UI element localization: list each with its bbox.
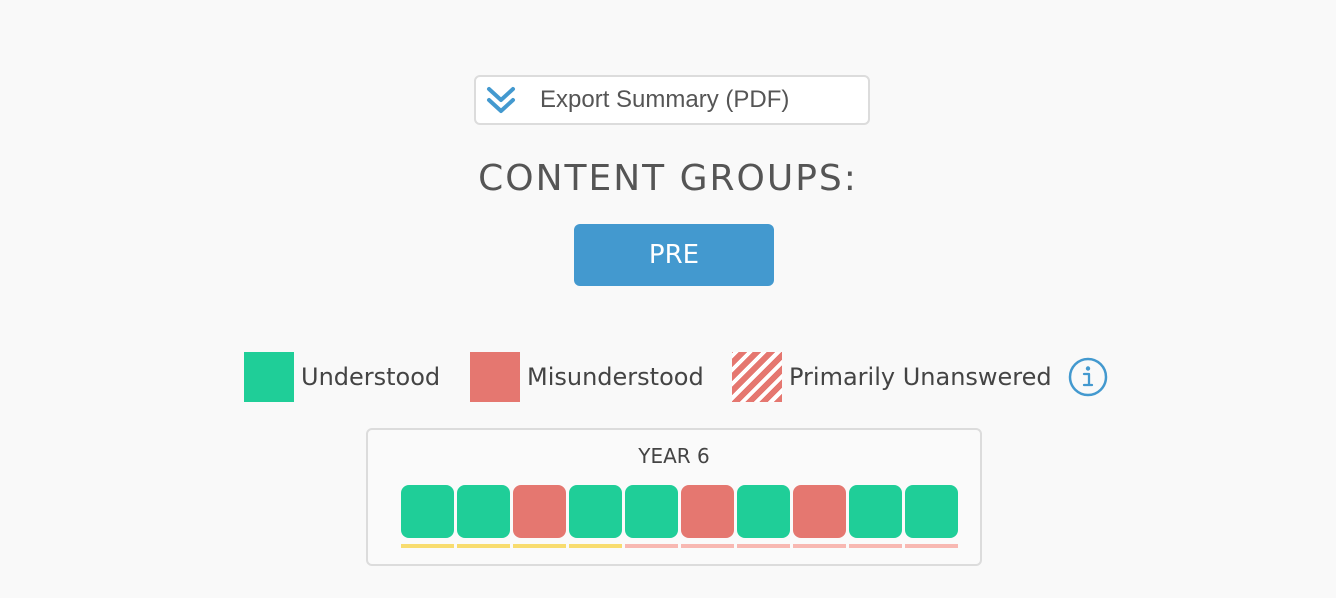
tile-underline xyxy=(569,544,622,548)
tile-underline xyxy=(625,544,678,548)
tile-column xyxy=(737,485,790,548)
content-tile-understood[interactable] xyxy=(849,485,902,538)
understood-legend-label: Understood xyxy=(301,363,441,391)
tile-underline xyxy=(793,544,846,548)
content-tile-understood[interactable] xyxy=(737,485,790,538)
content-tile-understood[interactable] xyxy=(905,485,958,538)
tile-column xyxy=(681,485,734,548)
unanswered-legend-swatch xyxy=(732,352,782,402)
info-icon[interactable] xyxy=(1068,357,1108,397)
tile-column xyxy=(513,485,566,548)
content-group-pre-button[interactable]: PRE xyxy=(574,224,774,286)
misunderstood-legend-label: Misunderstood xyxy=(527,363,704,391)
content-group-tiles xyxy=(401,485,958,548)
tile-underline xyxy=(737,544,790,548)
content-tile-understood[interactable] xyxy=(625,485,678,538)
year-6-panel: YEAR 6 xyxy=(366,428,982,566)
tile-underline xyxy=(681,544,734,548)
export-summary-button[interactable]: Export Summary (PDF) xyxy=(474,75,870,125)
double-chevron-down-icon xyxy=(484,83,518,117)
content-tile-misunderstood[interactable] xyxy=(681,485,734,538)
tile-column xyxy=(849,485,902,548)
unanswered-legend-label: Primarily Unanswered xyxy=(789,363,1052,391)
tile-underline xyxy=(905,544,958,548)
content-tile-misunderstood[interactable] xyxy=(513,485,566,538)
tile-column xyxy=(401,485,454,548)
tile-underline xyxy=(457,544,510,548)
understood-legend-swatch xyxy=(244,352,294,402)
misunderstood-legend-swatch xyxy=(470,352,520,402)
tile-underline xyxy=(401,544,454,548)
tile-column xyxy=(569,485,622,548)
content-tile-understood[interactable] xyxy=(401,485,454,538)
content-groups-heading: CONTENT GROUPS: xyxy=(478,158,858,199)
content-tile-understood[interactable] xyxy=(569,485,622,538)
content-tile-misunderstood[interactable] xyxy=(793,485,846,538)
tile-column xyxy=(457,485,510,548)
tile-column xyxy=(793,485,846,548)
tile-underline xyxy=(849,544,902,548)
export-summary-label: Export Summary (PDF) xyxy=(540,86,790,113)
tile-column xyxy=(625,485,678,548)
tile-underline xyxy=(513,544,566,548)
content-tile-understood[interactable] xyxy=(457,485,510,538)
tile-column xyxy=(905,485,958,548)
year-panel-title: YEAR 6 xyxy=(638,444,710,468)
